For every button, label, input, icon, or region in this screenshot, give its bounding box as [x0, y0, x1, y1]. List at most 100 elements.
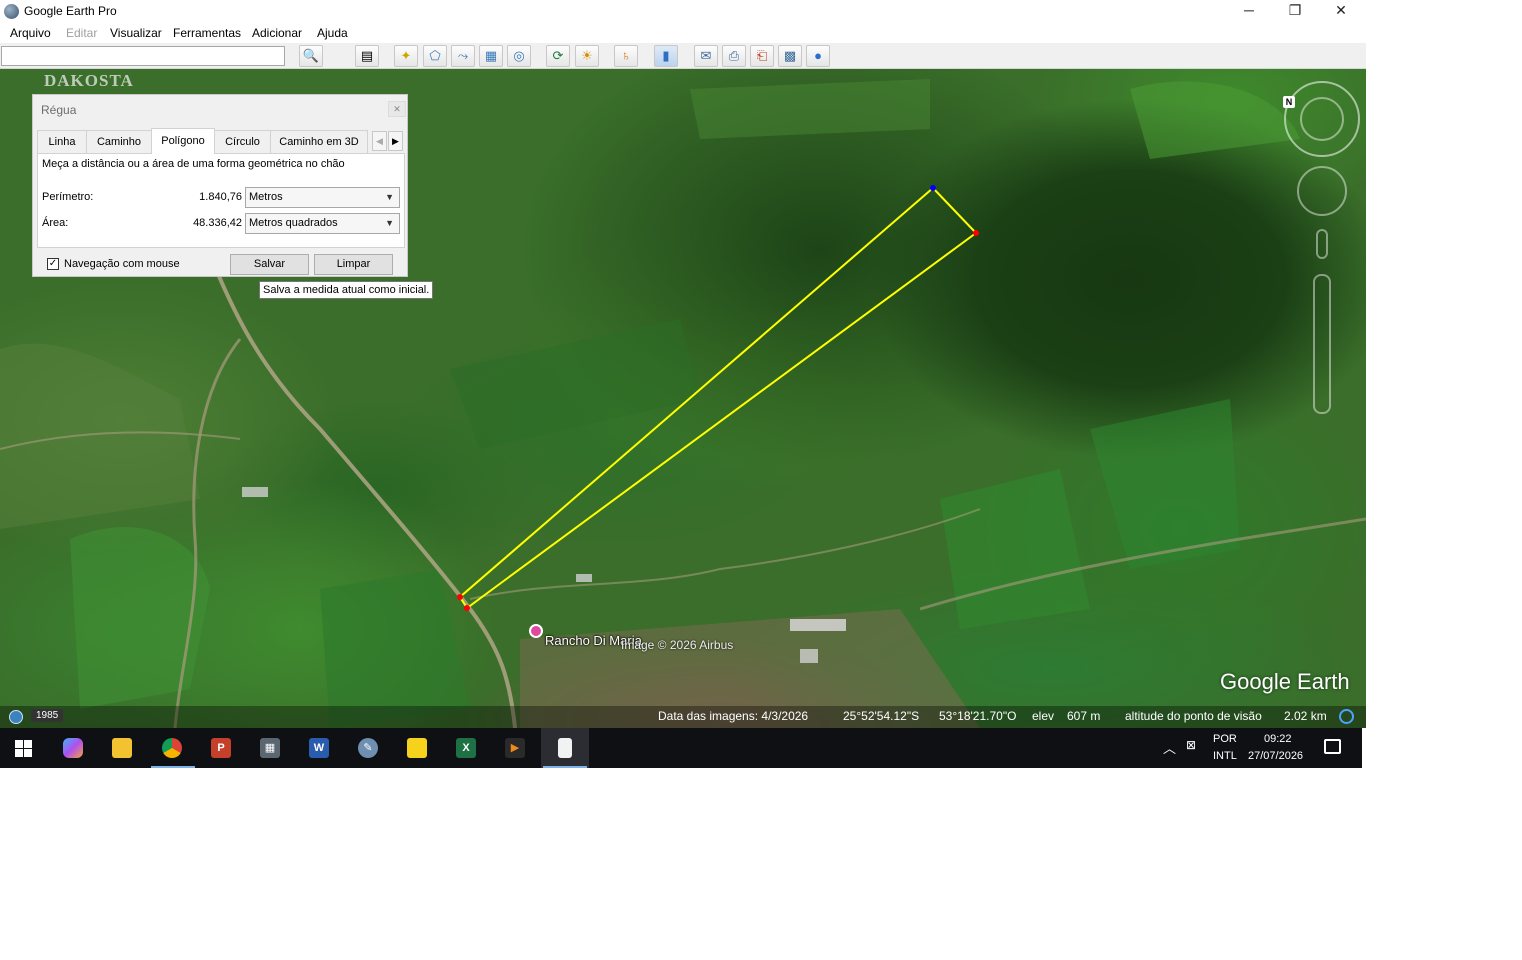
save-image-button[interactable]: ⎗ [750, 45, 774, 67]
ruler-title: Régua [41, 103, 77, 117]
field-patch [0, 343, 200, 529]
taskbar-excel[interactable]: X [443, 728, 491, 768]
menu-visualizar[interactable]: Visualizar [110, 26, 162, 40]
tab-linha[interactable]: Linha [37, 130, 87, 153]
mouse-navigation-checkbox[interactable]: ✓ [47, 258, 59, 270]
area-unit-value: Metros quadrados [249, 217, 338, 229]
excel-icon: X [456, 738, 476, 758]
move-control[interactable] [1297, 166, 1347, 216]
streaming-indicator-icon [1339, 709, 1354, 724]
taskbar-sticky-notes[interactable] [394, 728, 442, 768]
save-button[interactable]: Salvar [230, 254, 309, 275]
look-control-ring[interactable] [1300, 97, 1344, 141]
polygon-panel: Meça a distância ou a área de uma forma … [37, 153, 405, 248]
keyboard-layout[interactable]: INTL [1213, 750, 1237, 762]
polygon-button[interactable]: ⬠ [423, 45, 447, 67]
maximize-button[interactable]: ❐ [1272, 0, 1318, 23]
window-title: Google Earth Pro [24, 4, 117, 18]
chrome-icon [162, 738, 182, 758]
taskbar-copilot[interactable] [50, 728, 98, 768]
document-icon [558, 738, 572, 758]
zoom-slider[interactable] [1313, 274, 1331, 414]
media-player-icon: ▶ [505, 738, 525, 758]
clock-date[interactable]: 27/07/2026 [1248, 750, 1303, 762]
taskbar-paint[interactable]: ✎ [345, 728, 393, 768]
perimeter-value: 1.840,76 [199, 191, 242, 203]
sunlight-button[interactable]: ☀ [575, 45, 599, 67]
path-button[interactable]: ⤳ [451, 45, 475, 67]
tab-caminho[interactable]: Caminho [86, 130, 152, 153]
menu-editar[interactable]: Editar [66, 26, 97, 40]
network-icon[interactable]: ⊠ [1186, 738, 1196, 752]
building [790, 619, 846, 631]
latitude: 25°52'54.12"S [843, 709, 920, 723]
field-patch [450, 319, 700, 449]
search-input[interactable] [1, 46, 285, 66]
menu-ajuda[interactable]: Ajuda [317, 26, 348, 40]
save-tooltip: Salva a medida atual como inicial. [259, 281, 434, 299]
imagery-date: Data das imagens: 4/3/2026 [658, 709, 809, 723]
print-button[interactable]: ⎙ [722, 45, 746, 67]
toolbar: 🔍 ▤ ✦ ⬠ ⤳ ▦ ◎ ⟳ ☀ ♄ ▮ ✉ ⎙ ⎗ ▩ ● [0, 43, 1366, 69]
longitude: 53°18'21.70"O [939, 709, 1017, 723]
email-button[interactable]: ✉ [694, 45, 718, 67]
perimeter-unit-select[interactable]: Metros ▼ [245, 187, 400, 208]
chevron-down-icon: ▼ [385, 192, 394, 202]
place-marker-icon[interactable] [529, 624, 543, 638]
minimize-button[interactable]: ─ [1226, 0, 1272, 23]
polygon-vertex[interactable] [973, 230, 979, 236]
taskbar-word[interactable]: W [296, 728, 344, 768]
sign-in-button[interactable]: ● [806, 45, 830, 67]
taskbar-calculator[interactable]: ▦ [247, 728, 295, 768]
elevation-label: elev [1032, 709, 1055, 723]
menu-adicionar[interactable]: Adicionar [252, 26, 302, 40]
taskbar-media-player[interactable]: ▶ [492, 728, 540, 768]
search-button[interactable]: 🔍 [299, 45, 323, 67]
start-button[interactable] [0, 728, 48, 768]
tab-poligono[interactable]: Polígono [151, 128, 215, 154]
overlay-button[interactable]: ▦ [479, 45, 503, 67]
tab-scroll-left-icon[interactable]: ◀ [372, 131, 387, 151]
tray-chevron-up-icon[interactable]: ︿ [1163, 738, 1176, 757]
planets-button[interactable]: ♄ [614, 45, 638, 67]
area-unit-select[interactable]: Metros quadrados ▼ [245, 213, 400, 234]
sidebar-button[interactable]: ▤ [355, 45, 379, 67]
polygon-vertex[interactable] [457, 594, 463, 600]
historical-imagery-button[interactable]: ⟳ [546, 45, 570, 67]
taskbar-file-explorer[interactable] [99, 728, 147, 768]
title-bar: Google Earth Pro ─ ❐ ✕ [0, 0, 1366, 23]
building [242, 487, 268, 497]
tab-caminho-3d[interactable]: Caminho em 3D [270, 130, 368, 153]
mouse-navigation-label[interactable]: Navegação com mouse [64, 258, 180, 270]
language-indicator[interactable]: POR [1213, 733, 1237, 745]
ruler-button[interactable]: ▮ [654, 45, 678, 67]
tab-circulo[interactable]: Círculo [214, 130, 271, 153]
north-icon[interactable]: N [1283, 96, 1295, 108]
paint-icon: ✎ [358, 738, 378, 758]
taskbar-google-earth[interactable] [541, 728, 589, 768]
look-control[interactable] [1284, 81, 1360, 157]
tab-scroll-right-icon[interactable]: ▶ [388, 131, 403, 151]
clear-button[interactable]: Limpar [314, 254, 393, 275]
taskbar: P ▦ W ✎ X ▶ ︿ ⊠ POR INTL 09:22 27/07/202… [0, 728, 1362, 768]
notification-icon[interactable] [1324, 739, 1341, 754]
record-tour-button[interactable]: ◎ [507, 45, 531, 67]
perimeter-label: Perímetro: [42, 191, 94, 203]
historical-year[interactable]: 1985 [31, 709, 64, 722]
clock-time[interactable]: 09:22 [1264, 733, 1292, 745]
polygon-vertex[interactable] [930, 185, 936, 191]
street-view-person-icon[interactable] [1316, 229, 1328, 259]
historical-clock-icon[interactable] [9, 710, 23, 724]
imagery-credit: Image © 2026 Airbus [621, 638, 734, 652]
close-button[interactable]: ✕ [1318, 0, 1364, 23]
word-icon: W [309, 738, 329, 758]
placemark-button[interactable]: ✦ [394, 45, 418, 67]
menu-arquivo[interactable]: Arquivo [10, 26, 51, 40]
field-patch [1130, 81, 1300, 159]
ruler-close-button[interactable]: ✕ [388, 101, 406, 117]
menu-ferramentas[interactable]: Ferramentas [173, 26, 241, 40]
taskbar-chrome[interactable] [149, 728, 197, 768]
polygon-vertex[interactable] [464, 605, 470, 611]
taskbar-powerpoint[interactable]: P [198, 728, 246, 768]
view-maps-button[interactable]: ▩ [778, 45, 802, 67]
